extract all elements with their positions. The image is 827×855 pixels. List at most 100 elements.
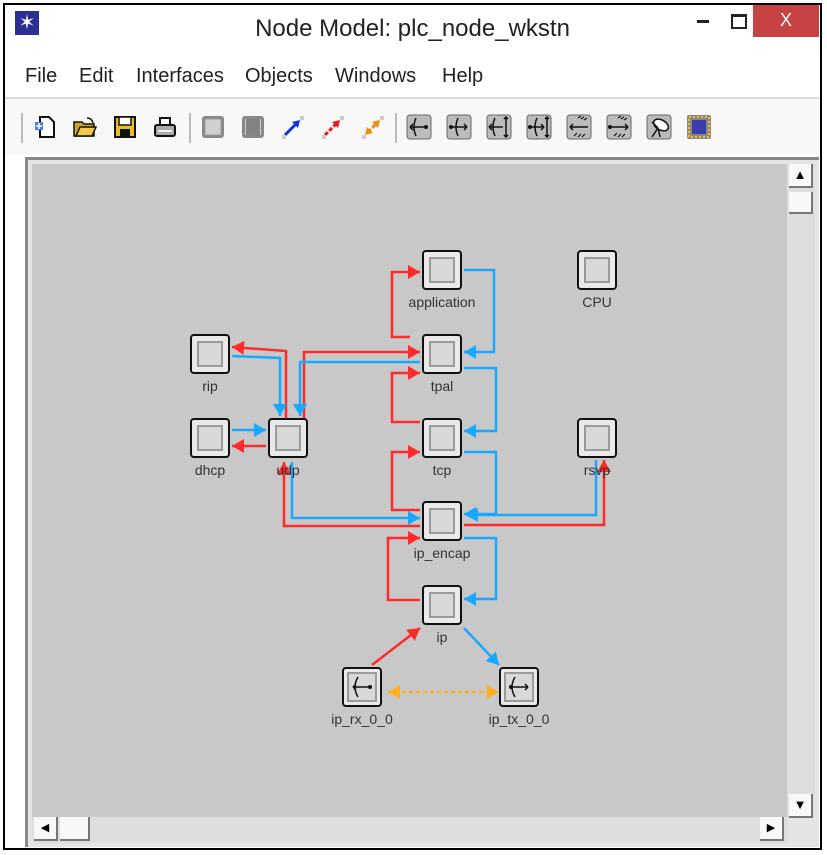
node-udp[interactable] [268, 418, 308, 458]
node-application[interactable] [422, 250, 462, 290]
arrowhead-icon [487, 685, 499, 699]
arrowhead-icon [232, 340, 245, 355]
horizontal-scrollbar[interactable]: ◀ ▶ [32, 817, 788, 843]
node-label-rsvp: rsvp [583, 462, 611, 478]
toolbar-separator [395, 113, 397, 143]
menu-objects[interactable]: Objects [245, 65, 313, 88]
external-system-icon [687, 115, 711, 139]
close-button[interactable]: X [753, 5, 819, 37]
open-button[interactable] [71, 113, 99, 141]
scroll-right-button[interactable]: ▶ [760, 817, 784, 841]
arrowhead-icon [408, 531, 420, 545]
canvas-frame: application tpal tcp ip_encap ip CPU rsvp rip dh… [25, 157, 819, 847]
node-rsvp[interactable] [577, 418, 617, 458]
node-ip[interactable] [422, 585, 462, 625]
node-label-udp: udp [276, 462, 300, 478]
processor-icon [429, 508, 455, 534]
create-processor-button[interactable] [199, 113, 227, 141]
node-label-ip-tx-0-0: ip_tx_0_0 [488, 711, 550, 727]
minimize-icon [697, 19, 709, 23]
point-to-point-receiver-button[interactable] [405, 113, 433, 141]
node-label-rip: rip [202, 378, 218, 394]
processor-icon [197, 341, 223, 367]
logical-association-icon [362, 116, 384, 139]
point-to-point-transmitter-button[interactable] [445, 113, 473, 141]
maximize-icon [731, 13, 747, 29]
create-processor-icon [202, 116, 224, 138]
node-label-application: application [408, 294, 476, 310]
packet-stream-ip-encap-to-tcp[interactable] [390, 450, 420, 512]
bus-transmitter-button[interactable] [525, 113, 553, 141]
node-tcp[interactable] [422, 418, 462, 458]
node-ip-tx-0-0[interactable] [499, 667, 539, 707]
transmitter-icon [504, 672, 534, 702]
receiver-icon [347, 672, 377, 702]
external-system-button[interactable] [685, 113, 713, 141]
bus-receiver-button[interactable] [485, 113, 513, 141]
point-to-point-transmitter-icon [446, 114, 472, 140]
save-button[interactable] [111, 113, 139, 141]
antenna-button[interactable] [645, 113, 673, 141]
node-rip[interactable] [190, 334, 230, 374]
node-tpal[interactable] [422, 334, 462, 374]
toolbar-separator [21, 113, 23, 143]
create-queue-button[interactable] [239, 113, 267, 141]
statistic-wire-icon [322, 116, 344, 139]
horizontal-scroll-thumb[interactable] [60, 817, 90, 841]
statistic-wire-application-to-tpal[interactable] [464, 268, 496, 354]
processor-icon [429, 425, 455, 451]
menu-bar: File Edit Interfaces Objects Windows Hel… [5, 59, 820, 95]
title-bar[interactable]: ✶ Node Model: plc_node_wkstn X [5, 5, 820, 53]
print-icon [154, 117, 176, 137]
node-model-window: ✶ Node Model: plc_node_wkstn X File Edit… [3, 3, 822, 850]
arrowhead-icon [388, 685, 400, 699]
packet-stream-icon [282, 116, 304, 139]
bus-receiver-icon [486, 114, 512, 140]
radio-transmitter-icon [606, 114, 632, 140]
menu-interfaces[interactable]: Interfaces [136, 65, 224, 88]
vertical-scrollbar[interactable]: ▲ ▼ [787, 164, 815, 818]
antenna-icon [646, 114, 672, 140]
save-icon [114, 116, 136, 138]
arrowhead-icon [408, 445, 420, 459]
toolbar-separator [189, 113, 191, 143]
arrowhead-icon [408, 511, 420, 525]
radio-receiver-button[interactable] [565, 113, 593, 141]
menu-file[interactable]: File [25, 65, 57, 88]
print-button[interactable] [151, 113, 179, 141]
radio-transmitter-button[interactable] [605, 113, 633, 141]
node-label-ip-encap: ip_encap [413, 545, 471, 561]
processor-icon [275, 425, 301, 451]
node-editor-canvas[interactable]: application tpal tcp ip_encap ip CPU rsvp rip dh… [32, 164, 788, 818]
menu-windows[interactable]: Windows [335, 65, 416, 88]
arrowhead-icon [464, 345, 476, 359]
scroll-up-button[interactable]: ▲ [789, 164, 813, 188]
node-label-ip: ip [436, 629, 448, 645]
toolbar [5, 97, 820, 155]
scroll-down-button[interactable]: ▼ [789, 794, 813, 818]
node-dhcp[interactable] [190, 418, 230, 458]
new-file-icon [35, 116, 55, 138]
arrowhead-icon [254, 423, 266, 437]
scroll-left-button[interactable]: ◀ [34, 817, 58, 841]
new-file-button[interactable] [31, 113, 59, 141]
node-ip-encap[interactable] [422, 501, 462, 541]
node-label-tcp: tcp [432, 462, 452, 478]
vertical-scroll-thumb[interactable] [789, 192, 813, 214]
node-label-ip-rx-0-0: ip_rx_0_0 [331, 711, 393, 727]
node-CPU[interactable] [577, 250, 617, 290]
node-ip-rx-0-0[interactable] [342, 667, 382, 707]
menu-edit[interactable]: Edit [79, 65, 113, 88]
create-queue-icon [242, 116, 264, 138]
processor-icon [584, 425, 610, 451]
processor-icon [429, 257, 455, 283]
packet-stream-button[interactable] [279, 113, 307, 141]
menu-help[interactable]: Help [442, 65, 483, 88]
processor-icon [429, 341, 455, 367]
processor-icon [197, 425, 223, 451]
arrowhead-icon [232, 439, 244, 453]
node-label-CPU: CPU [582, 294, 612, 310]
radio-receiver-icon [566, 114, 592, 140]
statistic-wire-button[interactable] [319, 113, 347, 141]
logical-association-button[interactable] [359, 113, 387, 141]
